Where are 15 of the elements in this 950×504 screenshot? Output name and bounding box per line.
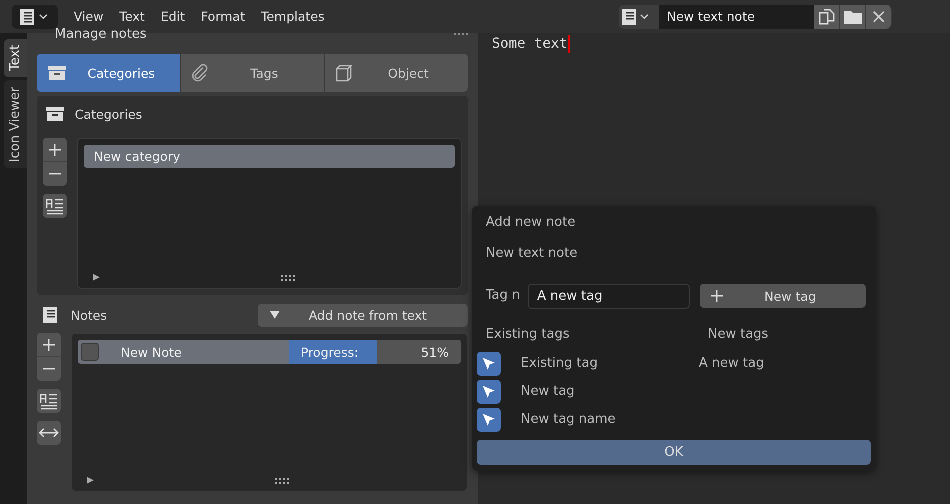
note-name: New Note [120, 344, 183, 360]
column-heading: Existing tags [485, 326, 571, 344]
column-heading: New tags [707, 326, 769, 344]
progress-value: 51% [421, 344, 449, 360]
section-title: Notes [71, 308, 108, 322]
tag-name: New tag name [521, 411, 616, 429]
progress-label: Progress: [301, 344, 360, 360]
field-label: Tag n [486, 287, 520, 305]
tag-name: New tag [521, 383, 575, 401]
tag-name: Existing tag [521, 355, 598, 373]
note-name-label: New text note [485, 245, 579, 263]
popup-title: Add new note [485, 214, 577, 232]
tag-name: A new tag [699, 355, 764, 373]
section-title: Categories [75, 106, 142, 122]
editor-text: Some text [492, 35, 568, 53]
